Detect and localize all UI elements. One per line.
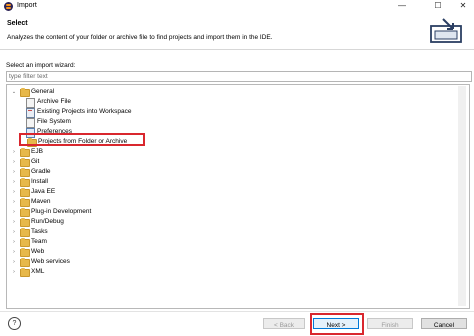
cancel-button[interactable]: Cancel <box>421 318 467 329</box>
tree-item-label: Tasks <box>31 228 48 235</box>
archive-file-icon <box>26 98 35 108</box>
folder-icon <box>20 238 30 247</box>
expand-icon[interactable]: › <box>11 177 17 187</box>
close-icon[interactable]: ✕ <box>452 0 474 13</box>
tree-item-label: Java EE <box>31 188 56 195</box>
tree-item-label: Run/Debug <box>31 218 64 225</box>
expand-icon[interactable]: › <box>11 147 17 157</box>
tree-item-label: Existing Projects into Workspace <box>37 108 132 115</box>
page-title: Select <box>7 20 28 27</box>
expand-icon[interactable]: › <box>11 167 17 177</box>
finish-button[interactable]: Finish <box>367 318 413 329</box>
wizard-header: Select Analyzes the content of your fold… <box>0 13 474 50</box>
tree-item-label: File System <box>37 118 71 125</box>
tree-item-label: Git <box>31 158 40 165</box>
next-highlight-box <box>310 313 364 335</box>
title-bar: Import — ☐ ✕ <box>0 0 474 13</box>
page-description: Analyzes the content of your folder or a… <box>7 34 273 41</box>
folder-icon <box>20 208 30 217</box>
wizard-tree: ⌄ General Archive File Existing Projects… <box>6 84 470 309</box>
expand-icon[interactable]: › <box>11 207 17 217</box>
expand-icon[interactable]: › <box>11 257 17 267</box>
expand-icon[interactable]: › <box>11 267 17 277</box>
project-icon <box>26 108 35 118</box>
folder-icon <box>20 178 30 187</box>
expand-icon[interactable]: › <box>11 197 17 207</box>
maximize-icon[interactable]: ☐ <box>427 0 449 13</box>
tree-scrollbar[interactable] <box>458 86 466 306</box>
tree-item-label: Gradle <box>31 168 51 175</box>
expand-icon[interactable]: › <box>11 217 17 227</box>
collapse-icon[interactable]: ⌄ <box>11 87 17 97</box>
eclipse-app-icon <box>4 2 13 11</box>
tree-item-label: Team <box>31 238 47 245</box>
tree-item-label: General <box>31 88 55 95</box>
wizard-label: Select an import wizard: <box>6 62 76 69</box>
footer-divider <box>0 311 474 312</box>
tree-item-label: XML <box>31 268 45 275</box>
expand-icon[interactable]: › <box>11 227 17 237</box>
folder-icon <box>20 248 30 257</box>
folder-icon <box>20 148 30 157</box>
expand-icon[interactable]: › <box>11 187 17 197</box>
folder-icon <box>20 158 30 167</box>
expand-icon[interactable]: › <box>11 247 17 257</box>
folder-icon <box>20 168 30 177</box>
expand-icon[interactable]: › <box>11 157 17 167</box>
tree-item-label: Web <box>31 248 45 255</box>
selection-highlight-box <box>19 133 145 146</box>
tree-item-label: Archive File <box>37 98 71 105</box>
folder-icon <box>20 188 30 197</box>
folder-icon <box>20 198 30 207</box>
tree-item-label: Install <box>31 178 48 185</box>
minimize-icon[interactable]: — <box>391 0 413 13</box>
folder-icon <box>20 218 30 227</box>
tree-item-label: Web services <box>31 258 70 265</box>
help-icon[interactable]: ? <box>8 317 21 330</box>
expand-icon[interactable]: › <box>11 237 17 247</box>
folder-icon <box>20 258 30 267</box>
file-system-icon <box>26 118 35 128</box>
folder-icon <box>20 268 30 277</box>
tree-item-label: Maven <box>31 198 51 205</box>
tree-item-label: EJB <box>31 148 43 155</box>
tree-item-label: Plug-in Development <box>31 208 92 215</box>
folder-icon <box>20 228 30 237</box>
back-button[interactable]: < Back <box>263 318 305 329</box>
filter-input[interactable] <box>6 71 472 82</box>
folder-icon <box>20 88 30 97</box>
import-banner-icon <box>430 18 462 43</box>
window-title: Import <box>17 2 37 9</box>
